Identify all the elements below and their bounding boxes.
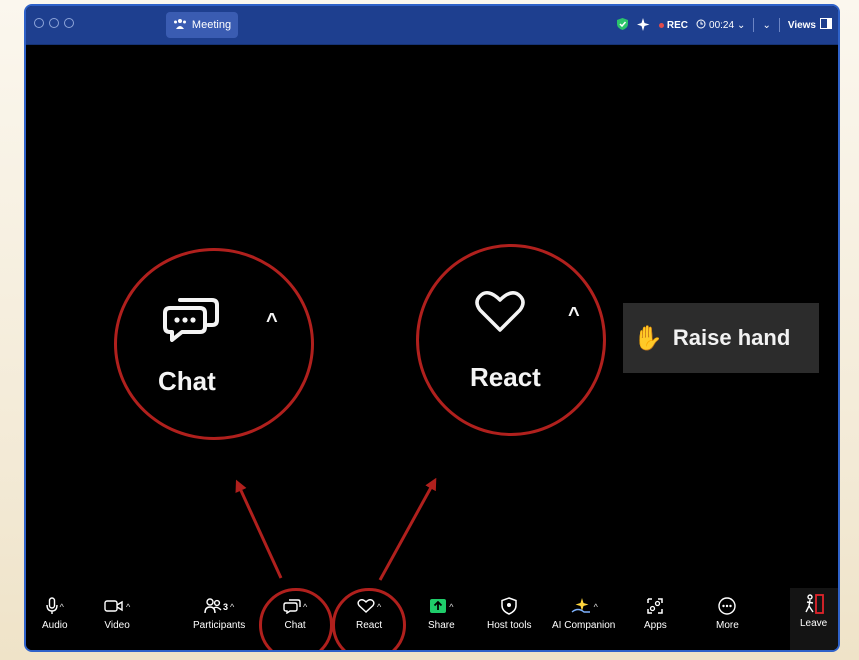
video-label: Video	[104, 620, 130, 631]
meeting-toolbar: ^ Audio ^ Video 3 ^ Participants ^ Chat ^…	[26, 588, 838, 650]
share-label: Share	[428, 620, 455, 631]
host-tools-button[interactable]: Host tools	[487, 596, 531, 631]
participants-button[interactable]: 3 ^ Participants	[193, 596, 245, 631]
leave-label: Leave	[800, 618, 828, 629]
ai-sparkle-icon	[570, 597, 592, 618]
leave-button-area: Leave	[790, 588, 838, 650]
more-dots-icon	[718, 596, 737, 618]
audio-label: Audio	[42, 620, 68, 631]
chevron-up-icon[interactable]: ^	[230, 602, 234, 612]
ai-companion-label: AI Companion	[552, 620, 616, 631]
video-camera-icon	[104, 599, 124, 616]
zoom-meeting-window: Meeting REC 00:24 ⌄ ⌄ Views ^ Chat ^ Rea…	[24, 4, 840, 652]
leave-button[interactable]: Leave	[800, 593, 828, 629]
participants-label: Participants	[193, 620, 246, 631]
leave-door-icon	[803, 593, 825, 618]
annotation-circle-toolbar-chat	[259, 588, 333, 650]
video-button[interactable]: ^ Video	[104, 596, 130, 631]
participants-count: 3	[223, 602, 229, 612]
apps-button[interactable]: Apps	[644, 596, 667, 631]
chevron-up-icon[interactable]: ^	[60, 602, 64, 612]
more-label: More	[716, 620, 739, 631]
chevron-up-icon[interactable]: ^	[594, 602, 598, 612]
apps-label: Apps	[644, 620, 667, 631]
chevron-up-icon[interactable]: ^	[449, 602, 453, 612]
shield-icon	[501, 596, 517, 618]
annotation-circle-toolbar-react	[332, 588, 406, 650]
audio-button[interactable]: ^ Audio	[42, 596, 68, 631]
share-screen-icon	[429, 598, 447, 617]
ai-companion-button[interactable]: ^ AI Companion	[552, 596, 615, 631]
share-button[interactable]: ^ Share	[428, 596, 455, 631]
annotation-arrows	[235, 477, 437, 581]
host-tools-label: Host tools	[487, 620, 532, 631]
microphone-icon	[45, 596, 58, 618]
more-button[interactable]: More	[716, 596, 739, 631]
apps-grid-icon	[646, 597, 664, 618]
chevron-up-icon[interactable]: ^	[126, 602, 130, 612]
participants-icon	[204, 597, 222, 617]
